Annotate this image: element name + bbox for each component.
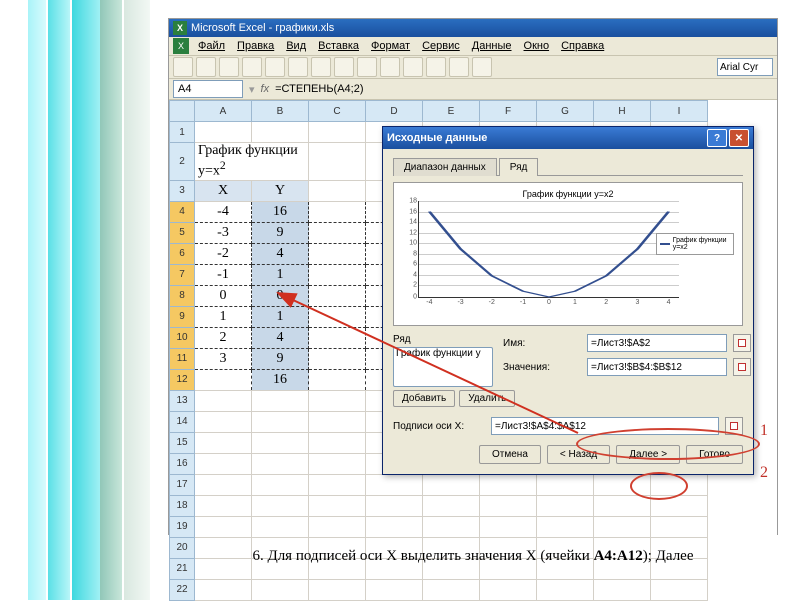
menu-file[interactable]: Файл <box>193 38 230 54</box>
instruction-caption: 6. Для подписей оси Х выделить значения … <box>170 548 776 565</box>
chart-axes: 181614121086420 -4-3-2-101234 <box>418 201 679 298</box>
print-icon[interactable] <box>242 57 262 77</box>
menu-view[interactable]: Вид <box>281 38 311 54</box>
values-input[interactable] <box>587 358 727 376</box>
ref-select-icon[interactable] <box>733 358 751 376</box>
copy-icon[interactable] <box>334 57 354 77</box>
annotation-number-1: 1 <box>760 422 768 440</box>
redo-icon[interactable] <box>403 57 423 77</box>
chart-line <box>419 201 679 297</box>
xlabels-input[interactable] <box>491 417 719 435</box>
chart-title: График функции y=x2 <box>400 189 736 199</box>
spell-icon[interactable] <box>288 57 308 77</box>
open-icon[interactable] <box>196 57 216 77</box>
values-label: Значения: <box>503 362 581 373</box>
dialog-title: Исходные данные <box>387 132 487 144</box>
series-listbox[interactable]: График функции y <box>393 347 493 387</box>
formula-text[interactable]: =СТЕПЕНЬ(A4;2) <box>275 83 363 95</box>
save-icon[interactable] <box>219 57 239 77</box>
ref-select-icon[interactable] <box>725 417 743 435</box>
name-box[interactable]: A4 <box>173 80 243 98</box>
back-button[interactable]: < Назад <box>547 445 610 464</box>
menu-format[interactable]: Формат <box>366 38 415 54</box>
undo-icon[interactable] <box>380 57 400 77</box>
formula-bar: A4 ▾ fx =СТЕПЕНЬ(A4;2) <box>169 79 777 100</box>
excel-icon: X <box>173 21 187 35</box>
fx-icon[interactable]: fx <box>261 83 270 95</box>
font-select[interactable] <box>717 58 773 76</box>
tab-range[interactable]: Диапазон данных <box>393 158 497 176</box>
xlabels-label: Подписи оси X: <box>393 421 485 432</box>
dialog-titlebar[interactable]: Исходные данные ? ✕ <box>383 127 753 149</box>
menu-edit[interactable]: Правка <box>232 38 279 54</box>
menu-data[interactable]: Данные <box>467 38 517 54</box>
dialog-tabs: Диапазон данных Ряд <box>393 157 743 176</box>
finish-button[interactable]: Готово <box>686 445 743 464</box>
window-title: Microsoft Excel - графики.xls <box>191 22 334 34</box>
cut-icon[interactable] <box>311 57 331 77</box>
standard-toolbar <box>169 56 777 79</box>
series-label: Ряд <box>393 334 493 345</box>
decorative-stripes <box>0 0 170 600</box>
tab-series[interactable]: Ряд <box>499 158 539 176</box>
close-icon[interactable]: ✕ <box>729 129 749 147</box>
menu-bar[interactable]: X Файл Правка Вид Вставка Формат Сервис … <box>169 37 777 56</box>
add-series-button[interactable]: Добавить <box>393 390 455 407</box>
excel-logo-icon: X <box>173 38 189 54</box>
new-icon[interactable] <box>173 57 193 77</box>
next-button[interactable]: Далее > <box>616 445 680 464</box>
chart-legend: График функции y=x2 <box>656 233 734 255</box>
sort-asc-icon[interactable] <box>426 57 446 77</box>
chart-preview: График функции y=x2 181614121086420 -4-3… <box>393 182 743 326</box>
paste-icon[interactable] <box>357 57 377 77</box>
chart-icon[interactable] <box>472 57 492 77</box>
dialog-buttons: Отмена < Назад Далее > Готово <box>393 445 743 464</box>
menu-tools[interactable]: Сервис <box>417 38 465 54</box>
sort-desc-icon[interactable] <box>449 57 469 77</box>
menu-window[interactable]: Окно <box>519 38 555 54</box>
cancel-button[interactable]: Отмена <box>479 445 541 464</box>
menu-help[interactable]: Справка <box>556 38 609 54</box>
preview-icon[interactable] <box>265 57 285 77</box>
name-label: Имя: <box>503 338 581 349</box>
source-data-dialog: Исходные данные ? ✕ Диапазон данных Ряд … <box>382 126 754 475</box>
menu-insert[interactable]: Вставка <box>313 38 364 54</box>
annotation-number-2: 2 <box>760 464 768 482</box>
name-input[interactable] <box>587 334 727 352</box>
ref-select-icon[interactable] <box>733 334 751 352</box>
window-titlebar: X Microsoft Excel - графики.xls <box>169 19 777 37</box>
help-icon[interactable]: ? <box>707 129 727 147</box>
